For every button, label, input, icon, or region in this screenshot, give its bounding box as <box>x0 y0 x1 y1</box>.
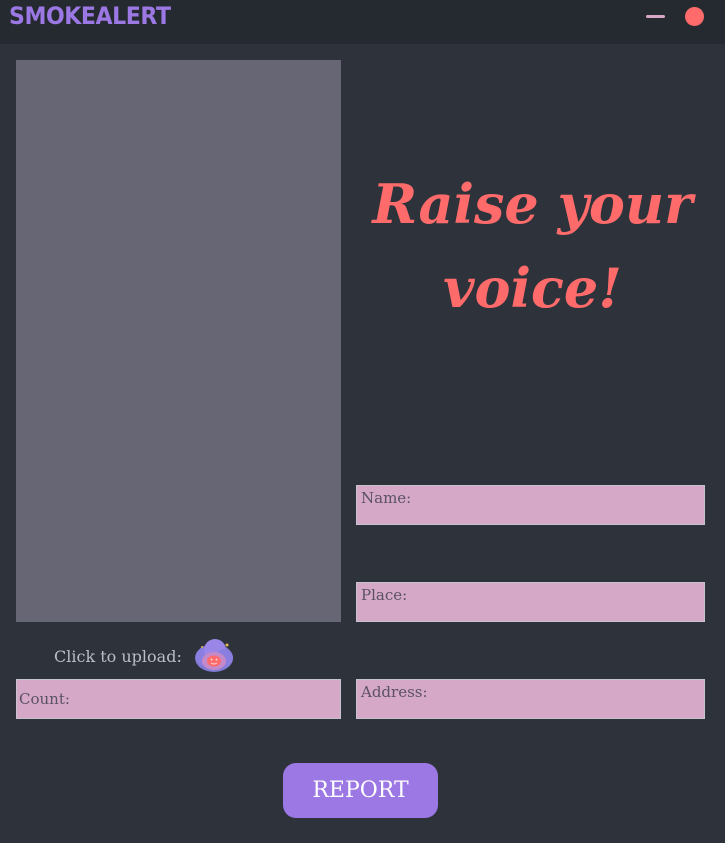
upload-row: Click to upload: <box>54 636 234 676</box>
title-bar: SMOKEALERT <box>0 0 725 44</box>
upload-cloud-icon[interactable] <box>194 637 234 675</box>
address-input[interactable] <box>357 680 704 718</box>
name-input[interactable] <box>357 486 704 524</box>
place-field[interactable]: Place: <box>356 582 705 622</box>
minimize-button[interactable] <box>646 15 665 18</box>
count-field[interactable]: Count: <box>16 679 341 719</box>
headline-line-2: voice! <box>443 256 622 320</box>
close-button[interactable] <box>685 7 704 26</box>
place-input[interactable] <box>357 583 704 621</box>
count-input[interactable] <box>17 680 340 718</box>
report-button[interactable]: REPORT <box>283 763 438 818</box>
app-title: SMOKEALERT <box>9 2 171 30</box>
name-field[interactable]: Name: <box>356 485 705 525</box>
address-field[interactable]: Address: <box>356 679 705 719</box>
image-preview-panel <box>16 60 341 622</box>
headline: Raise your voice! <box>360 162 705 330</box>
upload-label: Click to upload: <box>54 646 182 666</box>
headline-line-1: Raise your <box>372 172 693 236</box>
